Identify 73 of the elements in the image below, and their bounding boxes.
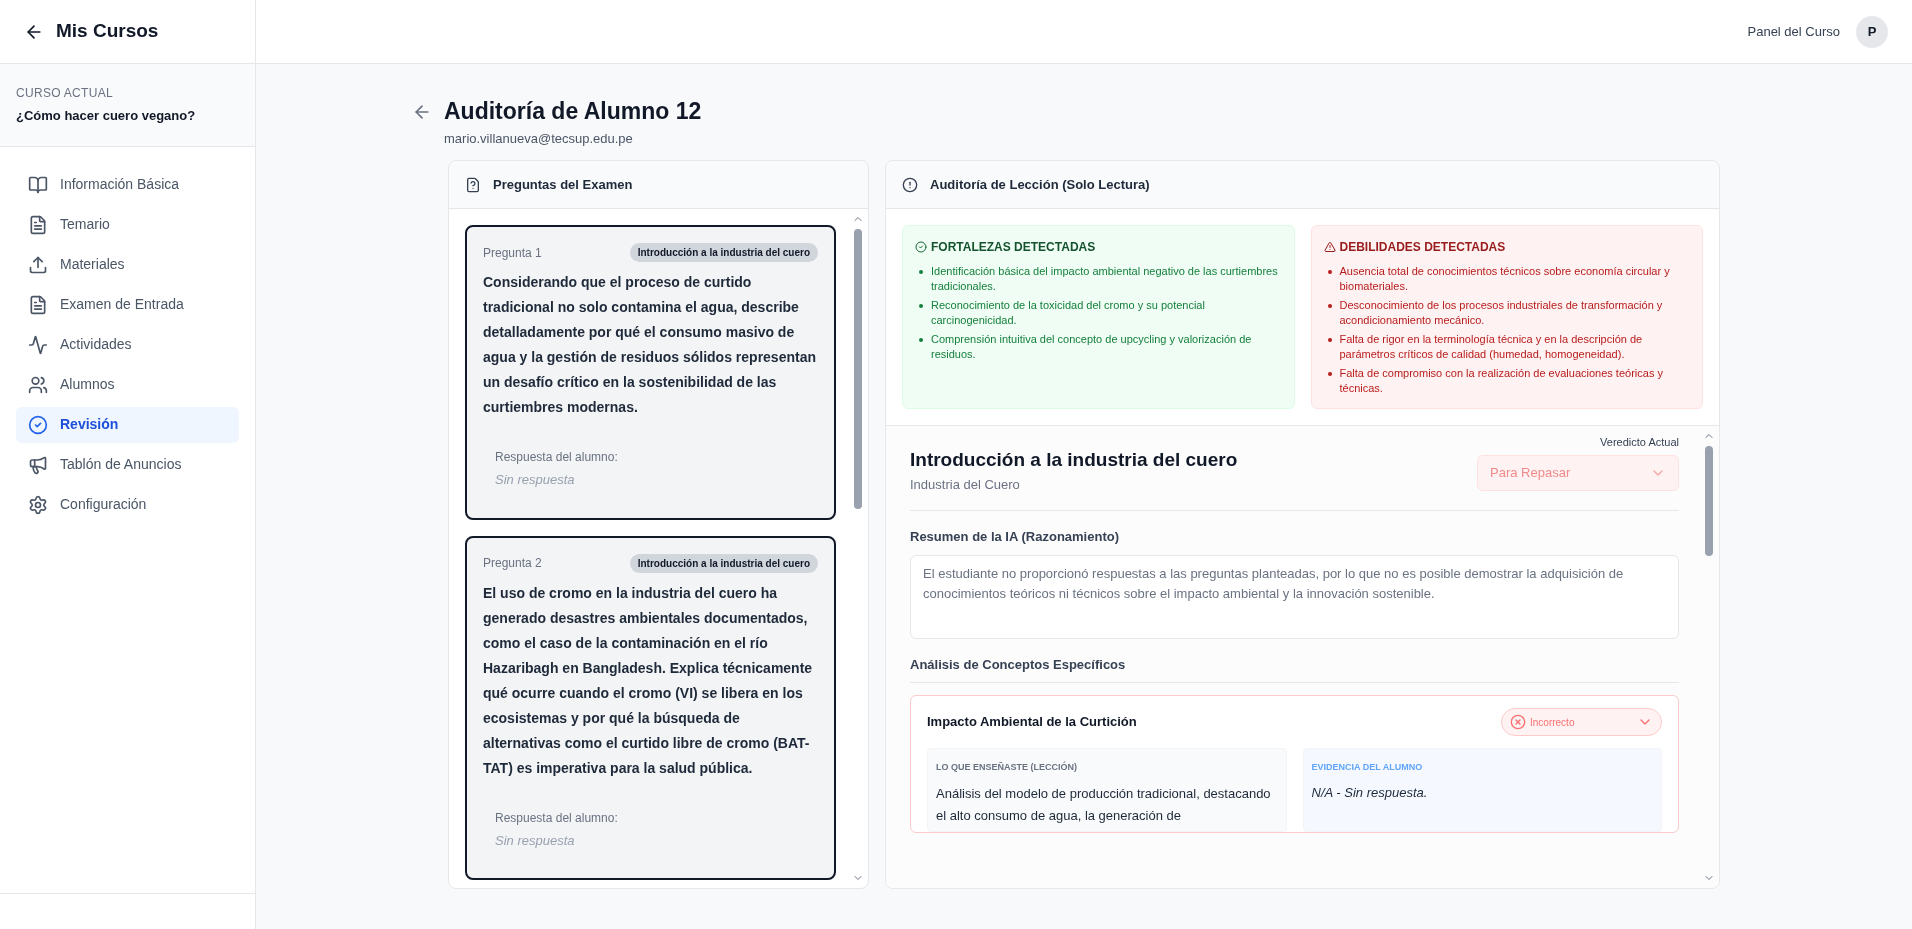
pulse-icon [28, 334, 48, 355]
summary-textarea[interactable]: El estudiante no proporcionó respuestas a las preguntas planteadas, por lo que no es posible demostrar la adquisición de conocimientos teóricos ni técnicos sobre el impacto ambiental y la innovación sostenible. [910, 554, 1679, 639]
bullet-icon [919, 270, 923, 274]
page-title: Auditoría de Alumno 12 [444, 97, 702, 126]
student-email: mario.villanueva@tecsup.edu.pe [444, 129, 634, 148]
box-label: EVIDENCIA DEL ALUMNO [1311, 761, 1424, 774]
question-card[interactable] [465, 225, 836, 520]
verdict-label: Veredicto Actual [1600, 435, 1679, 450]
lesson-subtitle: Industria del Cuero [910, 475, 1021, 494]
finding-text: Comprensión intuitiva del concepto de upcycling y valorización de residuos. [931, 332, 1253, 362]
upload-icon [28, 254, 48, 275]
answer-label: Respuesta del alumno: [495, 809, 619, 827]
sidebar-item[interactable]: Revisión [16, 406, 239, 443]
answer-label: Respuesta del alumno: [495, 449, 619, 466]
course-caption: CURSO ACTUAL [16, 85, 114, 102]
evidence-text: N/A - Sin respuesta. [1311, 783, 1429, 802]
finding-text: Ausencia total de conocimientos técnicos sobre economía circular y biomateriales. [1339, 264, 1671, 294]
scrollbar-thumb[interactable] [854, 229, 862, 509]
sidebar-item[interactable]: Examen de Entrada [16, 286, 239, 323]
sidebar-item[interactable]: Configuración [16, 486, 239, 523]
users-icon [28, 374, 48, 395]
section-title: Resumen de la IA (Razonamiento) [910, 528, 1120, 546]
alert-circle-icon [902, 176, 918, 193]
topic-tag: Introducción a la industria del cuero [629, 243, 818, 262]
finding-text: Desconocimiento de los procesos industriales de transformación y acondicionamiento mecánico. [1339, 298, 1664, 328]
bullet-icon [919, 338, 923, 342]
question-text: Considerando que el proceso de curtido tradicional no solo contamina el agua, describe detalladamente por qué el consumo masivo de agua y la gestión de residuos sólidos representan un desafío crítico en la sostenibilidad de las curtiembres modernas. [483, 273, 817, 417]
sidebar-item[interactable]: Temario [16, 206, 239, 243]
document-icon [28, 214, 48, 235]
bullet-icon [1327, 338, 1332, 342]
card-title: DEBILIDADES DETECTADAS [1339, 239, 1506, 256]
question-number: Pregunta 1 [483, 244, 542, 262]
lesson-title: Introducción a la industria del cuero [910, 448, 1238, 472]
bullet-icon [1327, 372, 1332, 376]
megaphone-icon [28, 454, 48, 475]
sidebar-item[interactable]: Tablón de Anuncios [16, 446, 239, 483]
bullet-icon [919, 304, 923, 308]
finding-text: Identificación básica del impacto ambiental negativo de las curtiembres tradicionales. [931, 264, 1279, 294]
scrollbar-thumb[interactable] [1705, 446, 1713, 556]
lesson-text: Análisis del modelo de producción tradicional, destacando el alto consumo de agua, la generación de [936, 784, 1272, 825]
sidebar-item[interactable]: Materiales [16, 246, 239, 283]
check-circle-icon [28, 414, 48, 435]
answer-text: Sin respuesta [495, 831, 576, 850]
card-title: FORTALEZAS DETECTADAS [931, 239, 1096, 256]
finding-text: Reconocimiento de la toxicidad del cromo y su potencial carcinogenicidad. [931, 298, 1206, 328]
question-number: Pregunta 2 [483, 555, 542, 572]
bullet-icon [1327, 270, 1332, 274]
sidebar-item[interactable]: Alumnos [16, 366, 239, 403]
book-icon [28, 174, 48, 195]
panel-title: Auditoría de Lección (Solo Lectura) [930, 175, 1150, 194]
settings-icon [28, 494, 48, 515]
back-link[interactable]: Mis Cursos [56, 17, 159, 46]
topic-tag: Introducción a la industria del cuero [629, 553, 818, 573]
finding-text: Falta de rigor en la terminología técnica y en la descripción de parámetros críticos de calidad (humedad, homogeneidad). [1339, 332, 1644, 362]
section-title: Análisis de Conceptos Específicos [910, 654, 1679, 683]
check-circle-icon [915, 241, 927, 253]
question-file-icon [465, 176, 481, 193]
panel-title: Preguntas del Examen [493, 175, 633, 194]
box-label: LO QUE ENSEÑASTE (LECCIÓN) [936, 761, 1078, 774]
warning-icon [1323, 241, 1336, 253]
user-avatar[interactable]: P [1856, 15, 1888, 48]
sidebar-item[interactable]: Actividades [16, 326, 239, 363]
sidebar-item[interactable]: Información Básica [16, 166, 239, 203]
finding-text: Falta de compromiso con la realización de evaluaciones teóricas y técnicas. [1339, 366, 1664, 396]
course-name: ¿Cómo hacer cuero vegano? [16, 107, 197, 125]
concept-title: Impacto Ambiental de la Curtición [927, 713, 1137, 732]
course-panel-link[interactable]: Panel del Curso [1747, 21, 1840, 42]
bullet-icon [1327, 304, 1332, 308]
document-icon [28, 294, 48, 315]
question-text: El uso de cromo en la industria del cuero ha generado desastres ambientales documentados, como el caso de la contaminación en el río Hazaribagh en Bangladesh. Explica técnicamente qué ocurre cuando el cromo (VI) se libera en los ecosistemas y por qué la búsqueda de alternativas como el curtido libre de cromo (BAT-TAT) es imperativa para la salud pública. [483, 583, 814, 778]
answer-text: Sin respuesta [495, 471, 576, 489]
x-circle-icon [1510, 714, 1526, 730]
question-card[interactable] [465, 535, 836, 880]
